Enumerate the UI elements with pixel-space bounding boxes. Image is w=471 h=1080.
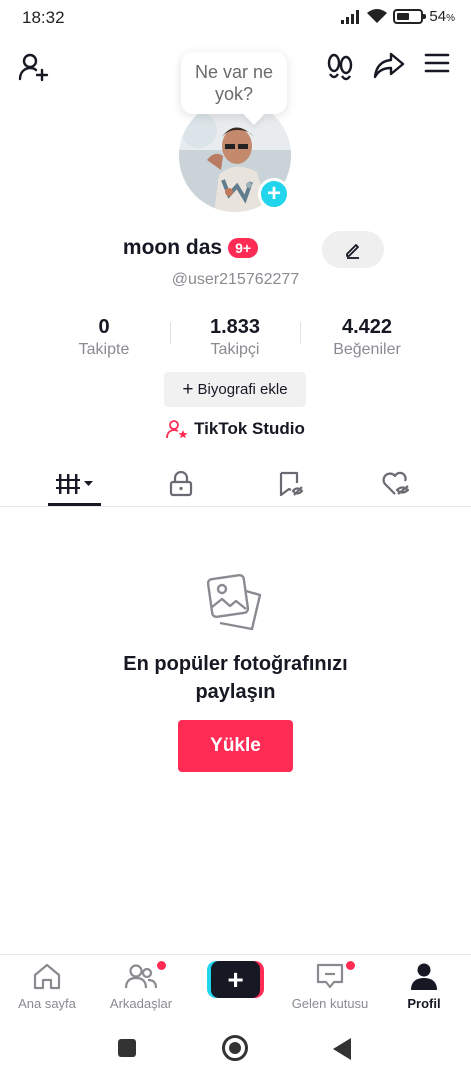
battery-unit: % <box>446 13 455 24</box>
inbox-notification-dot <box>346 961 355 970</box>
profile-name-row: moon das 9+ <box>0 236 471 260</box>
system-home-button[interactable] <box>222 1035 248 1061</box>
nav-friends-label: Arkadaşlar <box>109 996 173 1011</box>
add-story-button[interactable]: + <box>258 178 290 210</box>
battery-icon <box>393 9 427 24</box>
upload-button[interactable]: Yükle <box>178 720 293 772</box>
friends-notification-dot <box>157 961 166 970</box>
nav-friends[interactable]: Arkadaşlar <box>94 962 188 1011</box>
stat-followers[interactable]: 1.833 Takipçi <box>170 316 300 359</box>
following-label: Takipte <box>78 341 130 358</box>
wifi-icon <box>367 9 388 23</box>
add-user-icon <box>18 53 49 82</box>
tab-liked[interactable] <box>356 464 436 504</box>
share-button[interactable] <box>371 47 407 83</box>
status-icons: 54% <box>341 8 455 25</box>
likes-count: 4.422 <box>341 316 393 338</box>
status-time: 18:32 <box>22 8 65 27</box>
nav-profile-label: Profil <box>407 996 441 1011</box>
nav-profile[interactable]: Profil <box>377 962 471 1011</box>
footprints-icon <box>327 53 353 81</box>
stat-likes[interactable]: 4.422 Beğeniler <box>302 316 432 359</box>
creator-star-icon <box>166 420 188 439</box>
tab-videos[interactable] <box>35 464 115 504</box>
bubble-line-2: yok? <box>214 84 254 104</box>
tab-saved[interactable] <box>250 464 330 504</box>
inbox-icon <box>316 963 344 989</box>
add-bio-button[interactable]: + Biyografi ekle <box>164 372 306 407</box>
empty-state-title: En popüler fotoğrafınızı paylaşın <box>0 650 471 706</box>
stat-following[interactable]: 0 Takipte <box>39 316 169 359</box>
likes-label: Beğeniler <box>333 341 401 358</box>
hamburger-menu-icon <box>424 53 450 73</box>
tab-private[interactable] <box>141 464 221 504</box>
tiktok-studio-label: TikTok Studio <box>194 419 305 438</box>
home-icon <box>33 963 61 990</box>
nav-home[interactable]: Ana sayfa <box>0 962 94 1011</box>
create-button[interactable]: + <box>207 961 264 998</box>
footprints-button[interactable] <box>322 49 358 85</box>
photos-icon <box>206 573 264 638</box>
create-plus: + <box>211 961 260 998</box>
empty-title-line-1: En popüler fotoğrafınızı <box>123 653 348 675</box>
lock-icon <box>169 471 193 497</box>
bottom-nav-divider <box>0 954 471 955</box>
signal-icon <box>341 9 360 24</box>
empty-title-line-2: paylaşın <box>195 681 276 703</box>
plus-icon: + <box>182 379 194 400</box>
bubble-line-1: Ne var ne <box>194 62 274 82</box>
back-button[interactable] <box>333 1038 351 1060</box>
username-handle: @user215762277 <box>171 271 300 288</box>
bookmark-icon <box>279 471 304 497</box>
profile-icon <box>411 963 437 990</box>
followers-count: 1.833 <box>209 316 261 338</box>
battery-level: 54 <box>429 8 447 25</box>
recent-apps-button[interactable] <box>118 1039 136 1057</box>
tiktok-studio-link[interactable]: TikTok Studio <box>0 419 471 439</box>
add-friend-button[interactable] <box>15 49 51 85</box>
status-note-bubble[interactable]: Ne var ne yok? <box>181 52 287 114</box>
pencil-icon <box>346 243 359 259</box>
nav-home-label: Ana sayfa <box>18 996 76 1011</box>
heart-hidden-icon <box>382 471 410 495</box>
nav-inbox-label: Gelen kutusu <box>291 996 369 1011</box>
menu-button[interactable] <box>419 45 455 81</box>
videos-grid-icon <box>56 474 93 494</box>
share-icon <box>373 52 405 79</box>
notification-badge[interactable]: 9+ <box>228 238 259 258</box>
edit-profile-button[interactable] <box>322 231 384 268</box>
friends-icon <box>125 964 157 989</box>
followers-label: Takipçi <box>210 341 260 358</box>
following-count: 0 <box>98 316 110 338</box>
stat-divider <box>300 322 301 344</box>
nav-inbox[interactable]: Gelen kutusu <box>283 962 377 1011</box>
add-bio-label: Biyografi ekle <box>197 381 288 398</box>
tabs-divider <box>0 506 471 507</box>
profile-name: moon das <box>122 236 223 259</box>
